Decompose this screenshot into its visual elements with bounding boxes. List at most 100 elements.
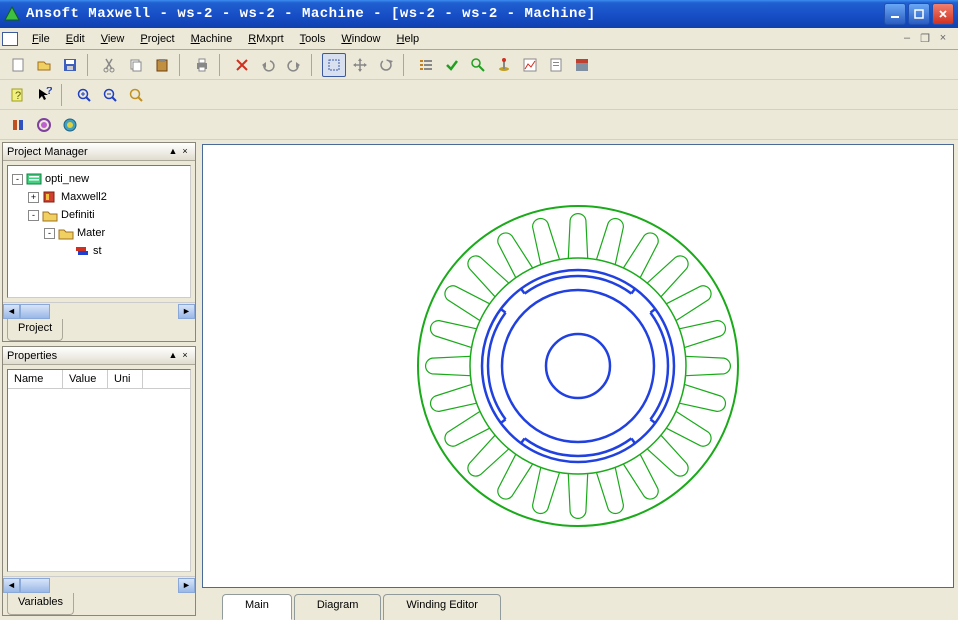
tree-node[interactable]: -Mater bbox=[10, 224, 188, 242]
menu-edit[interactable]: Edit bbox=[58, 31, 93, 47]
scroll-left-arrow[interactable]: ◄ bbox=[3, 304, 20, 319]
report-button[interactable] bbox=[544, 53, 568, 77]
props-hscrollbar[interactable]: ◄ ► bbox=[3, 576, 195, 593]
tab-diagram[interactable]: Diagram bbox=[294, 594, 382, 620]
folder-icon bbox=[42, 208, 58, 222]
undo-button[interactable] bbox=[256, 53, 280, 77]
whatsthis-button[interactable]: ? bbox=[6, 83, 30, 107]
copy-button[interactable] bbox=[124, 53, 148, 77]
open-button[interactable] bbox=[32, 53, 56, 77]
validate-button[interactable] bbox=[440, 53, 464, 77]
toolbar-help-zoom: ? ? bbox=[0, 80, 958, 110]
scroll-thumb[interactable] bbox=[20, 304, 50, 319]
project-icon bbox=[26, 172, 42, 186]
col-value[interactable]: Value bbox=[63, 370, 108, 388]
list-button[interactable] bbox=[414, 53, 438, 77]
save-button[interactable] bbox=[58, 53, 82, 77]
optimetrics-button[interactable] bbox=[492, 53, 516, 77]
results-button[interactable] bbox=[518, 53, 542, 77]
menu-project[interactable]: Project bbox=[132, 31, 182, 47]
properties-header: Name Value Uni bbox=[8, 370, 190, 389]
properties-grid[interactable]: Name Value Uni bbox=[7, 369, 191, 572]
zoom-out-button[interactable] bbox=[98, 83, 122, 107]
menu-file[interactable]: File bbox=[24, 31, 58, 47]
project-tree[interactable]: -opti_new+Maxwell2-Definiti-Materst bbox=[7, 165, 191, 298]
close-button[interactable] bbox=[932, 3, 954, 25]
tree-node[interactable]: -opti_new bbox=[10, 170, 188, 188]
menu-machine[interactable]: Machine bbox=[183, 31, 241, 47]
project-tab[interactable]: Project bbox=[7, 319, 63, 341]
analyze-button[interactable] bbox=[466, 53, 490, 77]
maximize-button[interactable] bbox=[908, 3, 930, 25]
window-buttons bbox=[884, 3, 954, 25]
menu-view[interactable]: View bbox=[93, 31, 133, 47]
tree-node[interactable]: st bbox=[10, 242, 188, 260]
select-button[interactable] bbox=[322, 53, 346, 77]
col-name[interactable]: Name bbox=[8, 370, 63, 388]
cut-button[interactable] bbox=[98, 53, 122, 77]
mdi-close[interactable]: × bbox=[936, 32, 950, 45]
design-canvas[interactable] bbox=[202, 144, 954, 588]
tree-node[interactable]: - Definiti bbox=[10, 206, 188, 224]
scroll-thumb[interactable] bbox=[20, 578, 50, 593]
project-manager-title[interactable]: Project Manager ▲ × bbox=[3, 143, 195, 161]
zoom-fit-button[interactable] bbox=[124, 83, 148, 107]
mdi-window-controls: – ❐ × bbox=[900, 32, 956, 45]
pin-icon[interactable]: ▲ bbox=[167, 146, 179, 158]
scroll-right-arrow[interactable]: ► bbox=[178, 304, 195, 319]
properties-panel: Properties ▲ × Name Value Uni ◄ ► Variab… bbox=[2, 346, 196, 616]
mdi-restore[interactable]: ❐ bbox=[918, 32, 932, 45]
zoom-in-button[interactable] bbox=[72, 83, 96, 107]
properties-title[interactable]: Properties ▲ × bbox=[3, 347, 195, 365]
new-button[interactable] bbox=[6, 53, 30, 77]
svg-text:?: ? bbox=[46, 87, 52, 97]
menu-window[interactable]: Window bbox=[333, 31, 388, 47]
design-icon bbox=[42, 190, 58, 204]
mdi-minimize[interactable]: – bbox=[900, 32, 914, 45]
col-unit[interactable]: Uni bbox=[108, 370, 143, 388]
panel-close-icon[interactable]: × bbox=[179, 146, 191, 158]
panel-close-icon[interactable]: × bbox=[179, 350, 191, 362]
main-area: Project Manager ▲ × -opti_new+Maxwell2-D… bbox=[0, 140, 958, 618]
machine-view-button[interactable] bbox=[58, 113, 82, 137]
tree-hscrollbar[interactable]: ◄ ► bbox=[3, 302, 195, 319]
menu-help[interactable]: Help bbox=[389, 31, 428, 47]
tree-node[interactable]: +Maxwell2 bbox=[10, 188, 188, 206]
redo-button[interactable] bbox=[282, 53, 306, 77]
mat-icon bbox=[74, 244, 90, 258]
project-panel-tabs: Project bbox=[3, 319, 195, 341]
expander-icon[interactable]: + bbox=[28, 192, 39, 203]
print-button[interactable] bbox=[190, 53, 214, 77]
menu-rmxprt[interactable]: RMxprt bbox=[240, 31, 291, 47]
left-column: Project Manager ▲ × -opti_new+Maxwell2-D… bbox=[0, 140, 198, 618]
scroll-right-arrow[interactable]: ► bbox=[178, 578, 195, 593]
menu-tools[interactable]: Tools bbox=[292, 31, 334, 47]
pin-icon[interactable]: ▲ bbox=[167, 350, 179, 362]
panel-title-text: Project Manager bbox=[7, 146, 88, 158]
tab-winding-editor[interactable]: Winding Editor bbox=[383, 594, 501, 620]
expander-icon[interactable]: - bbox=[28, 210, 39, 221]
expander-icon[interactable]: - bbox=[44, 228, 55, 239]
paste-button[interactable] bbox=[150, 53, 174, 77]
canvas-area: Main Diagram Winding Editor bbox=[198, 140, 958, 618]
toolbar-design bbox=[0, 110, 958, 140]
delete-button[interactable] bbox=[230, 53, 254, 77]
help-pointer-button[interactable]: ? bbox=[32, 83, 56, 107]
titlebar: Ansoft Maxwell - ws-2 - ws-2 - Machine -… bbox=[0, 0, 958, 28]
window-title: Ansoft Maxwell - ws-2 - ws-2 - Machine -… bbox=[26, 6, 884, 22]
minimize-button[interactable] bbox=[884, 3, 906, 25]
tab-main[interactable]: Main bbox=[222, 594, 292, 620]
mdi-document-icon[interactable] bbox=[2, 32, 18, 46]
field-button[interactable] bbox=[570, 53, 594, 77]
pan-button[interactable] bbox=[348, 53, 372, 77]
canvas-tabs: Main Diagram Winding Editor bbox=[198, 592, 958, 618]
variables-tab[interactable]: Variables bbox=[7, 593, 74, 615]
slot-editor-button[interactable] bbox=[6, 113, 30, 137]
expander-icon[interactable]: - bbox=[12, 174, 23, 185]
tree-label: Definiti bbox=[61, 209, 95, 221]
scroll-left-arrow[interactable]: ◄ bbox=[3, 578, 20, 593]
properties-panel-tabs: Variables bbox=[3, 593, 195, 615]
app-icon bbox=[4, 6, 20, 22]
winding-button[interactable] bbox=[32, 113, 56, 137]
rotate-button[interactable] bbox=[374, 53, 398, 77]
